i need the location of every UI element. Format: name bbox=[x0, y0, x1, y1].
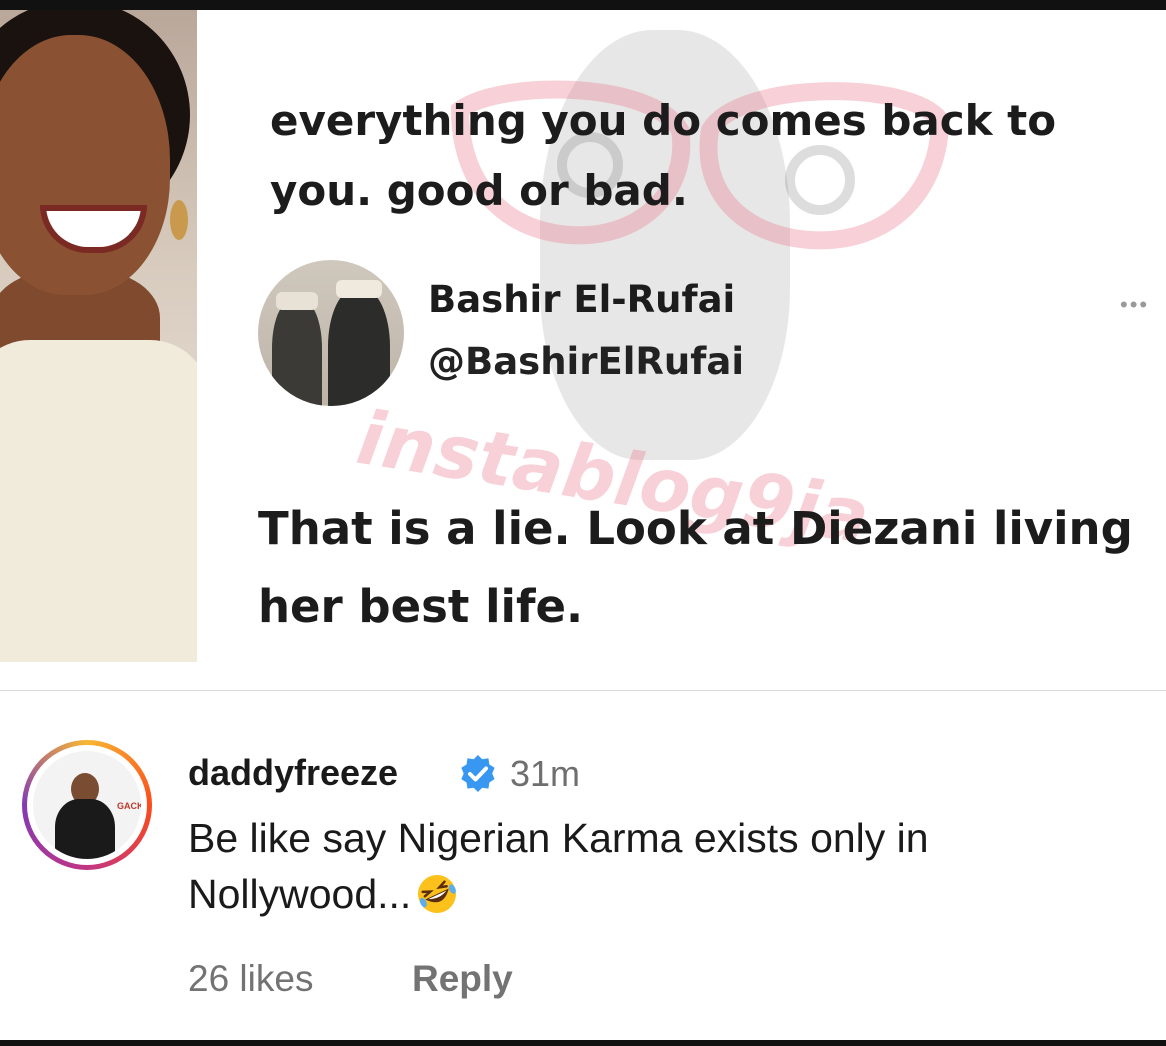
top-border bbox=[0, 0, 1166, 10]
woman-photo bbox=[0, 10, 197, 662]
reply-button[interactable]: Reply bbox=[412, 958, 513, 1000]
tweet-author-handle[interactable]: @BashirElRufai bbox=[428, 340, 744, 383]
tweet-author-avatar[interactable] bbox=[258, 260, 404, 406]
tweet-reply-text: That is a lie. Look at Diezani living he… bbox=[258, 502, 1133, 633]
tweet-author-name[interactable]: Bashir El-Rufai bbox=[428, 278, 735, 321]
rolling-on-floor-laughing-icon bbox=[418, 875, 457, 913]
comment-username[interactable]: daddyfreeze bbox=[188, 752, 398, 794]
comment-likes[interactable]: 26 likes bbox=[188, 958, 313, 1000]
verified-badge-icon bbox=[461, 754, 495, 792]
commenter-avatar[interactable]: GACK bbox=[22, 740, 152, 870]
comment-body: Be like say Nigerian Karma exists only i… bbox=[188, 810, 1148, 922]
quoted-tweet-text: everything you do comes back to you. goo… bbox=[270, 96, 1057, 215]
comment-time: 31m bbox=[510, 753, 581, 794]
comment-text: Be like say Nigerian Karma exists only i… bbox=[188, 815, 929, 917]
divider bbox=[0, 690, 1166, 691]
more-horizontal-icon[interactable]: ••• bbox=[1120, 292, 1149, 318]
bottom-border bbox=[0, 1040, 1166, 1046]
